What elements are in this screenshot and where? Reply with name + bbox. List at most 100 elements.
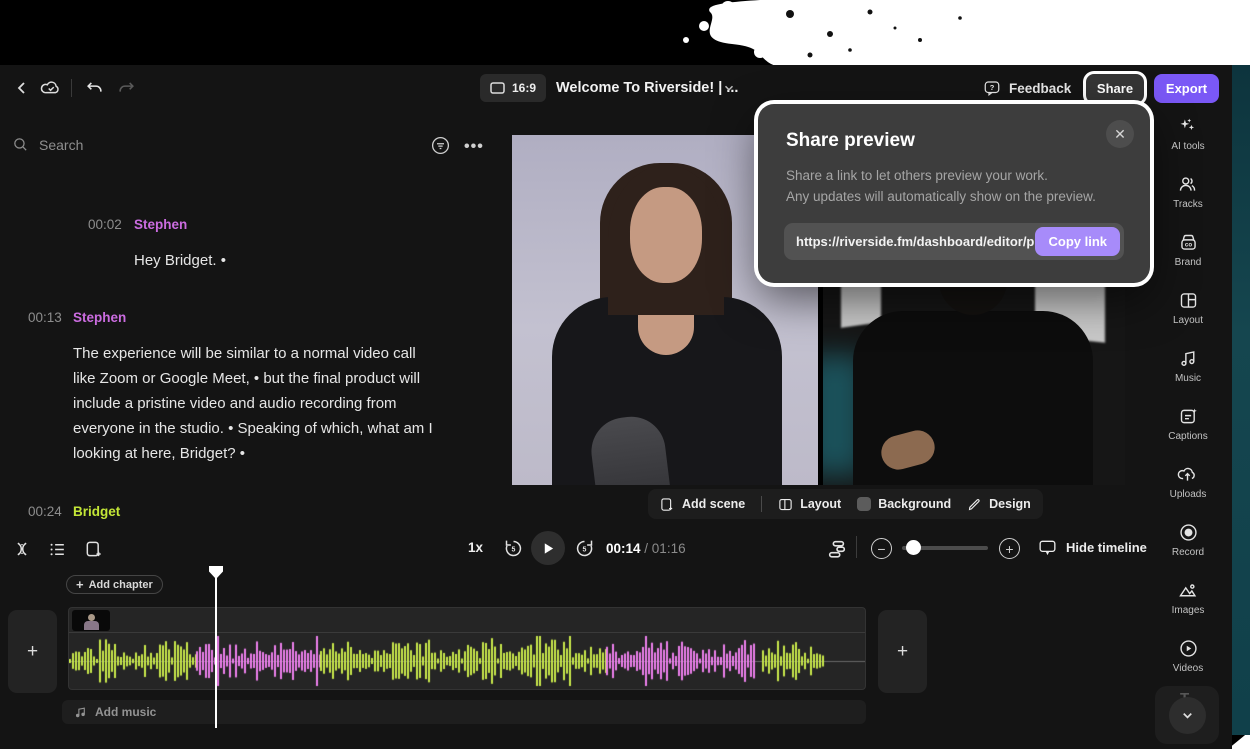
layout-button[interactable]: Layout	[778, 497, 841, 512]
frame-icon	[490, 82, 505, 94]
people-icon	[1177, 174, 1198, 195]
add-track-left-button[interactable]: +	[8, 610, 57, 693]
svg-text:5: 5	[512, 547, 516, 554]
video-play-icon	[1178, 638, 1199, 659]
clip-list-button[interactable]	[48, 540, 67, 564]
layout-split-icon	[1178, 290, 1199, 311]
add-track-right-button[interactable]: +	[878, 610, 927, 693]
tracks-view-button[interactable]	[826, 537, 848, 566]
monitor-icon	[1038, 539, 1057, 556]
video-track[interactable]	[69, 608, 865, 633]
design-button[interactable]: Design	[967, 497, 1031, 512]
video-thumbnail	[72, 610, 110, 631]
play-icon	[542, 542, 555, 555]
search-input[interactable]: Search	[12, 136, 83, 153]
add-music-row[interactable]: Add music	[62, 700, 866, 724]
timecode: 00:14 / 01:16	[606, 541, 686, 556]
transcript-text[interactable]: The experience will be similar to a norm…	[73, 341, 439, 466]
audio-track[interactable]	[69, 634, 865, 689]
share-button[interactable]: Share	[1086, 74, 1144, 103]
zoom-slider-knob[interactable]	[906, 540, 921, 555]
close-icon[interactable]: ✕	[1106, 120, 1134, 148]
share-url-text: https://riverside.fm/dashboard/editor/pr…	[784, 234, 1050, 249]
popup-description-line2: Any updates will automatically show on t…	[786, 189, 1096, 204]
zoom-out-button[interactable]: −	[871, 538, 892, 559]
spray-decoration	[640, 0, 1250, 70]
tools-sidebar: AI tools Tracks co Brand Layout Music Ca…	[1157, 116, 1219, 674]
popup-title: Share preview	[786, 130, 915, 152]
sidebar-item-captions[interactable]: Captions	[1168, 406, 1207, 442]
time-separator: /	[641, 541, 652, 556]
export-button[interactable]: Export	[1154, 74, 1219, 103]
share-label: Share	[1097, 81, 1133, 96]
play-button[interactable]	[531, 531, 565, 565]
chevron-down-icon	[1180, 708, 1195, 723]
transcript-time: 00:13	[28, 310, 62, 325]
add-chapter-button[interactable]: + Add chapter	[66, 575, 163, 594]
sidebar-item-layout[interactable]: Layout	[1173, 290, 1203, 326]
layout-icon	[778, 497, 793, 512]
cloud-sync-icon	[40, 77, 62, 99]
feedback-question-icon: ?	[983, 79, 1001, 97]
sidebar-scroll-down-button[interactable]	[1169, 697, 1206, 734]
preview-action-bar: Add scene Layout Background Design	[648, 489, 1043, 519]
background-swatch-icon	[857, 497, 871, 511]
redo-button[interactable]	[117, 79, 136, 98]
background-page-strip	[1232, 65, 1250, 735]
more-options-icon[interactable]: •••	[464, 138, 484, 156]
stage: 16:9 Welcome To Riverside! | ... ? Feedb…	[0, 0, 1250, 749]
sidebar-item-images[interactable]: Images	[1172, 580, 1205, 616]
cloud-upload-icon	[1177, 464, 1198, 485]
sidebar-item-record[interactable]: Record	[1172, 522, 1204, 558]
svg-text:co: co	[1184, 242, 1191, 249]
split-clip-button[interactable]	[12, 539, 32, 564]
aspect-ratio-label: 16:9	[512, 81, 536, 95]
playhead[interactable]	[215, 570, 217, 728]
ai-sparkles-icon	[1177, 116, 1198, 137]
transcript-time: 00:02	[88, 217, 122, 232]
add-scene-icon	[660, 497, 675, 512]
feedback-label: Feedback	[1009, 81, 1071, 96]
title-chevron-down-icon[interactable]	[722, 81, 736, 100]
project-title[interactable]: Welcome To Riverside! | ...	[556, 80, 738, 96]
aspect-ratio-button[interactable]: 16:9	[480, 74, 546, 102]
filter-icon[interactable]	[430, 135, 451, 161]
transcript-speaker[interactable]: Stephen	[134, 217, 187, 232]
record-icon	[1178, 522, 1199, 543]
add-scene-button[interactable]: Add scene	[660, 497, 745, 512]
transcript-text[interactable]: Hey Bridget. •	[134, 248, 464, 273]
skip-back-5-button[interactable]: 5	[503, 538, 524, 564]
playback-speed-button[interactable]: 1x	[468, 540, 483, 555]
transcript-speaker[interactable]: Stephen	[73, 310, 126, 325]
share-url-field[interactable]: https://riverside.fm/dashboard/editor/pr…	[784, 223, 1124, 260]
design-pen-icon	[967, 497, 982, 512]
feedback-button[interactable]: ? Feedback	[983, 79, 1071, 97]
skip-forward-5-button[interactable]: 5	[574, 538, 595, 564]
background-button[interactable]: Background	[857, 497, 951, 511]
topbar-divider	[71, 79, 72, 97]
popup-description-line1: Share a link to let others preview your …	[786, 168, 1048, 183]
sidebar-item-brand[interactable]: co Brand	[1175, 232, 1202, 268]
waveform-canvas[interactable]	[69, 634, 865, 689]
zoom-in-button[interactable]: +	[999, 538, 1020, 559]
copy-link-button[interactable]: Copy link	[1035, 227, 1120, 256]
timeline-track-group[interactable]	[68, 607, 866, 690]
back-button[interactable]	[14, 80, 30, 96]
search-placeholder: Search	[39, 137, 83, 153]
transcript-speaker[interactable]: Bridget	[73, 504, 120, 519]
time-current: 00:14	[606, 541, 641, 556]
add-clip-button[interactable]	[84, 539, 104, 564]
sidebar-item-tracks[interactable]: Tracks	[1173, 174, 1203, 210]
share-preview-popup: Share preview ✕ Share a link to let othe…	[758, 104, 1150, 283]
sidebar-item-ai-tools[interactable]: AI tools	[1171, 116, 1204, 152]
music-note-icon	[74, 706, 87, 719]
captions-icon	[1178, 406, 1199, 427]
sidebar-item-music[interactable]: Music	[1175, 348, 1201, 384]
svg-text:?: ?	[990, 83, 995, 92]
image-mountain-icon	[1177, 580, 1198, 601]
hide-timeline-button[interactable]: Hide timeline	[1038, 539, 1147, 556]
sidebar-item-uploads[interactable]: Uploads	[1170, 464, 1207, 500]
brand-badge-icon: co	[1178, 232, 1199, 253]
sidebar-item-videos[interactable]: Videos	[1173, 638, 1203, 674]
undo-button[interactable]	[85, 79, 104, 98]
